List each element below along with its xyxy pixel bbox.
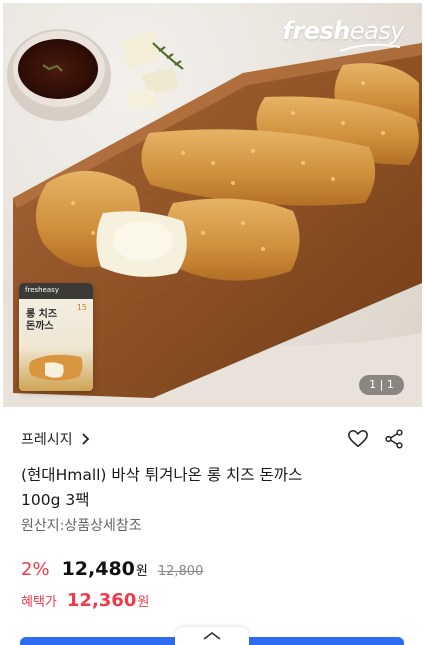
product-title-line1: (현대Hmall) 바삭 튀겨나온 롱 치즈 돈까스	[21, 466, 303, 484]
package-logo: fresheasy	[25, 286, 59, 294]
seller-link[interactable]: 프레시지	[21, 428, 91, 450]
benefit-label: 혜택가	[21, 595, 57, 610]
brand-logo-easy: easy	[349, 17, 405, 45]
brand-swoosh-icon	[339, 43, 401, 52]
image-counter: 1 | 1	[359, 375, 404, 395]
price-row: 2% 12,480 원 12,800	[21, 558, 203, 580]
sale-price: 12,480	[61, 558, 135, 580]
product-title-line2: 100g 3팩	[21, 491, 90, 509]
product-actions	[347, 428, 405, 450]
package-food-image	[29, 354, 83, 381]
heart-icon[interactable]	[347, 428, 369, 450]
product-image[interactable]: fresheasy fresheasy 15 롱 치즈 돈까스 1 | 1	[3, 3, 422, 407]
benefit-price: 12,360	[66, 590, 137, 611]
share-icon[interactable]	[383, 428, 405, 450]
brand-logo-fresh: fresh	[282, 17, 350, 45]
seller-name: 프레시지	[21, 432, 73, 448]
sale-price-currency: 원	[135, 564, 148, 579]
package-number: 15	[76, 303, 87, 312]
original-price: 12,800	[157, 564, 204, 579]
benefit-price-row: 혜택가 12,360 원	[21, 590, 149, 611]
benefit-price-currency: 원	[137, 595, 150, 610]
expand-panel-button[interactable]	[175, 627, 249, 645]
package-thumbnail: fresheasy 15 롱 치즈 돈까스	[19, 283, 93, 391]
brand-logo: fresheasy	[282, 17, 404, 45]
discount-rate: 2%	[21, 559, 50, 580]
product-title: (현대Hmall) 바삭 튀겨나온 롱 치즈 돈까스 100g 3팩	[21, 463, 351, 513]
chevron-right-icon	[81, 433, 89, 445]
product-origin: 원산지:상품상세참조	[21, 518, 142, 534]
chevron-up-icon	[203, 632, 221, 640]
package-title: 롱 치즈 돈까스	[26, 309, 58, 332]
